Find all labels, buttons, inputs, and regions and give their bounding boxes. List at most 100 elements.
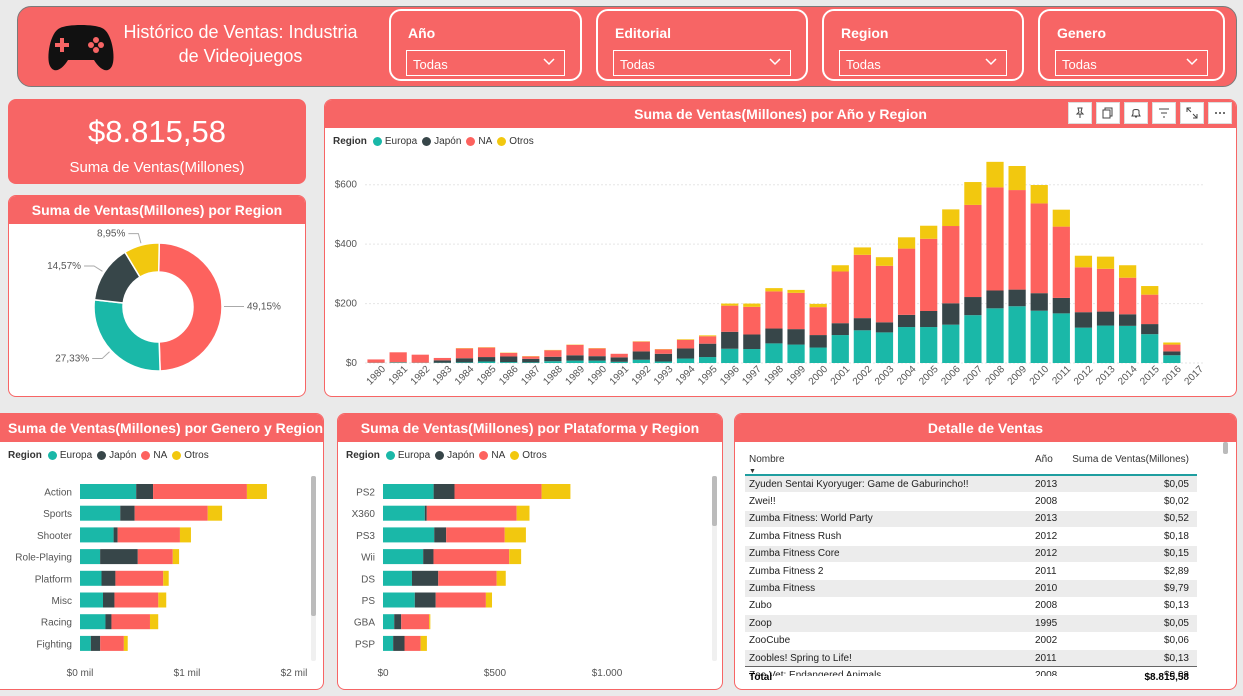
- bar-segment-na[interactable]: [115, 570, 164, 586]
- bar-segment-europa[interactable]: [477, 361, 496, 363]
- bar-segment-japón[interactable]: [1008, 289, 1026, 307]
- bar-segment-na[interactable]: [743, 306, 761, 335]
- bar-segment-na[interactable]: [1163, 344, 1181, 352]
- legend-item-japon[interactable]: Japón: [435, 450, 474, 461]
- bar-segment-na[interactable]: [544, 350, 562, 357]
- bar-segment-japón[interactable]: [787, 329, 805, 345]
- bar-segment-europa[interactable]: [964, 315, 982, 363]
- bar-segment-japón[interactable]: [1052, 297, 1070, 314]
- legend-item-otros[interactable]: Otros: [497, 136, 534, 147]
- bar-segment-otros[interactable]: [676, 339, 695, 340]
- bar-segment-japón[interactable]: [765, 328, 783, 344]
- bar-segment-japón[interactable]: [434, 527, 447, 543]
- bar-segment-otros[interactable]: [1008, 165, 1026, 191]
- bar-segment-na[interactable]: [137, 549, 173, 565]
- bar-segment-na[interactable]: [1030, 203, 1048, 294]
- bar-segment-na[interactable]: [699, 336, 717, 344]
- bar-segment-na[interactable]: [401, 614, 430, 630]
- platform-bar-chart[interactable]: $0 $500 $1.000 PS2 X360 PS3 Wii DS PS GBA PSP: [338, 464, 722, 689]
- bar-segment-japón[interactable]: [676, 348, 695, 359]
- bar-segment-na[interactable]: [426, 505, 517, 521]
- column-header-nombre[interactable]: Nombre ▼: [745, 454, 1035, 476]
- bar-segment-europa[interactable]: [1030, 310, 1048, 363]
- scrollbar-thumb[interactable]: [712, 476, 717, 526]
- bar-segment-otros[interactable]: [875, 257, 894, 266]
- bar-segment-japón[interactable]: [632, 351, 650, 360]
- bar-segment-europa[interactable]: [875, 332, 894, 363]
- bar-segment-na[interactable]: [986, 187, 1004, 291]
- bar-segment-na[interactable]: [1141, 294, 1159, 325]
- bar-segment-otros[interactable]: [986, 161, 1004, 188]
- table-row[interactable]: Zumba Fitness 2010 $9,79: [745, 580, 1197, 598]
- bar-segment-europa[interactable]: [787, 344, 805, 363]
- bar-segment-na[interactable]: [433, 549, 510, 565]
- bar-segment-na[interactable]: [1052, 226, 1070, 298]
- bar-segment-otros[interactable]: [765, 288, 783, 292]
- bar-segment-japón[interactable]: [875, 322, 894, 333]
- bar-segment-europa[interactable]: [80, 614, 106, 630]
- bar-segment-otros[interactable]: [485, 592, 493, 608]
- bar-segment-europa[interactable]: [853, 330, 871, 363]
- legend-item-na[interactable]: NA: [479, 450, 505, 461]
- bar-segment-japón[interactable]: [1119, 314, 1137, 326]
- bar-segment-japón[interactable]: [566, 355, 584, 361]
- bar-segment-japón[interactable]: [136, 484, 154, 499]
- bar-segment-otros[interactable]: [920, 225, 938, 239]
- bar-segment-europa[interactable]: [1008, 306, 1026, 363]
- bar-segment-na[interactable]: [1074, 267, 1093, 313]
- legend-item-na[interactable]: NA: [466, 136, 492, 147]
- bar-segment-europa[interactable]: [80, 635, 91, 651]
- bar-segment-europa[interactable]: [80, 549, 101, 565]
- bar-segment-japón[interactable]: [654, 353, 673, 362]
- filter-genero-dropdown[interactable]: Todas: [1055, 50, 1208, 76]
- bar-segment-japón[interactable]: [986, 290, 1004, 309]
- bar-segment-japón[interactable]: [423, 549, 434, 565]
- bar-segment-japón[interactable]: [433, 484, 455, 499]
- more-options-button[interactable]: [1208, 102, 1232, 124]
- bar-segment-japón[interactable]: [522, 358, 540, 363]
- legend-item-japon[interactable]: Japón: [97, 450, 136, 461]
- bar-segment-europa[interactable]: [522, 362, 540, 363]
- table-row[interactable]: Zumba Fitness: World Party 2013 $0,52: [745, 510, 1197, 529]
- bar-segment-otros[interactable]: [1052, 209, 1070, 227]
- table-row[interactable]: Zumba Fitness Rush 2012 $0,18: [745, 528, 1197, 546]
- bar-segment-na[interactable]: [477, 347, 496, 358]
- bar-segment-otros[interactable]: [172, 549, 180, 565]
- bar-segment-na[interactable]: [522, 356, 540, 359]
- bar-segment-otros[interactable]: [787, 289, 805, 293]
- donut-slice-europa[interactable]: [93, 298, 161, 372]
- table-row[interactable]: Zumba Fitness Core 2012 $0,15: [745, 545, 1197, 563]
- bar-segment-otros[interactable]: [897, 237, 916, 249]
- bar-segment-europa[interactable]: [383, 484, 434, 499]
- filter-ano-dropdown[interactable]: Todas: [406, 50, 565, 76]
- bar-segment-na[interactable]: [438, 570, 497, 586]
- bar-segment-europa[interactable]: [721, 348, 739, 363]
- bar-segment-japón[interactable]: [477, 357, 496, 362]
- bar-segment-na[interactable]: [114, 592, 159, 608]
- bar-segment-europa[interactable]: [610, 361, 628, 363]
- bar-segment-europa[interactable]: [383, 549, 424, 565]
- table-row[interactable]: ZooCube 2002 $0,06: [745, 633, 1197, 650]
- bar-segment-europa[interactable]: [1096, 325, 1115, 363]
- bar-segment-otros[interactable]: [942, 209, 960, 227]
- bar-segment-japón[interactable]: [897, 314, 916, 328]
- bar-segment-na[interactable]: [433, 357, 451, 361]
- bar-segment-otros[interactable]: [149, 614, 159, 630]
- bar-segment-europa[interactable]: [1052, 313, 1070, 363]
- bar-segment-japón[interactable]: [394, 614, 402, 630]
- bar-segment-na[interactable]: [610, 353, 628, 358]
- bar-segment-europa[interactable]: [632, 359, 650, 363]
- bar-segment-europa[interactable]: [986, 308, 1004, 363]
- bar-segment-na[interactable]: [153, 484, 247, 499]
- bar-segment-europa[interactable]: [1119, 325, 1137, 363]
- bar-segment-japón[interactable]: [588, 356, 606, 361]
- bar-segment-europa[interactable]: [544, 361, 562, 363]
- bar-segment-otros[interactable]: [1119, 265, 1137, 278]
- bar-segment-japón[interactable]: [455, 358, 474, 363]
- bar-segment-na[interactable]: [942, 226, 960, 304]
- bar-segment-otros[interactable]: [1163, 342, 1181, 345]
- table-scrollbar[interactable]: [1223, 442, 1228, 454]
- legend-item-europa[interactable]: Europa: [372, 136, 417, 147]
- bar-segment-na[interactable]: [831, 271, 849, 324]
- legend-item-japon[interactable]: Japón: [422, 136, 461, 147]
